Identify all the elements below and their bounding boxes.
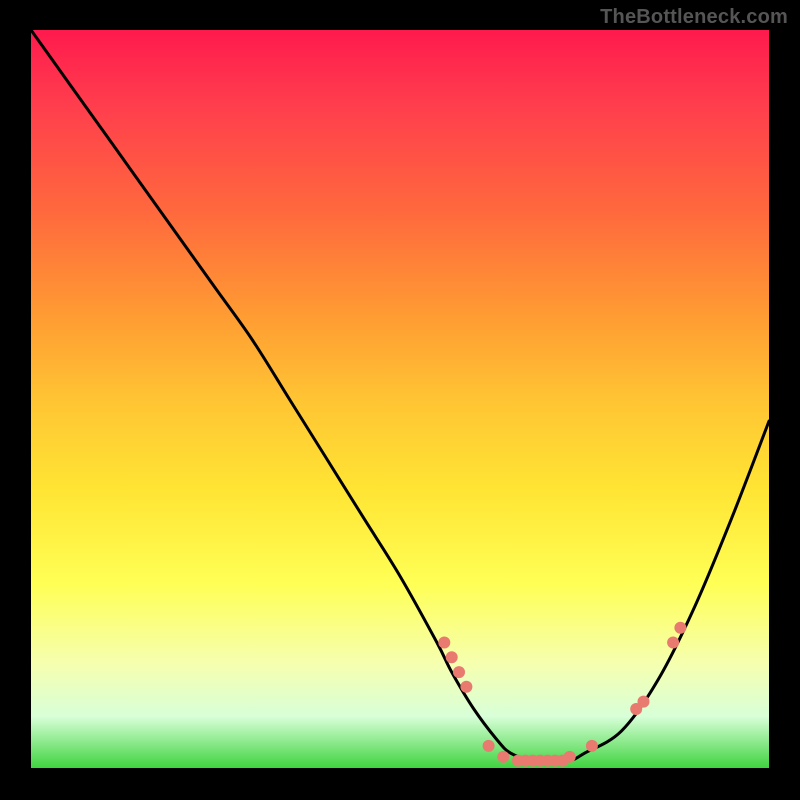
data-marker <box>586 740 598 752</box>
data-marker <box>460 681 472 693</box>
data-marker <box>638 696 650 708</box>
data-marker <box>446 651 458 663</box>
data-marker <box>497 751 509 763</box>
watermark-text: TheBottleneck.com <box>600 6 788 29</box>
data-marker <box>667 637 679 649</box>
data-marker <box>564 751 576 763</box>
chart-frame: TheBottleneck.com <box>0 0 800 800</box>
data-marker <box>453 666 465 678</box>
data-marker <box>438 637 450 649</box>
data-marker <box>483 740 495 752</box>
data-marker <box>674 622 686 634</box>
curve-svg <box>31 30 769 768</box>
plot-area <box>31 30 769 768</box>
bottleneck-curve <box>31 30 769 761</box>
